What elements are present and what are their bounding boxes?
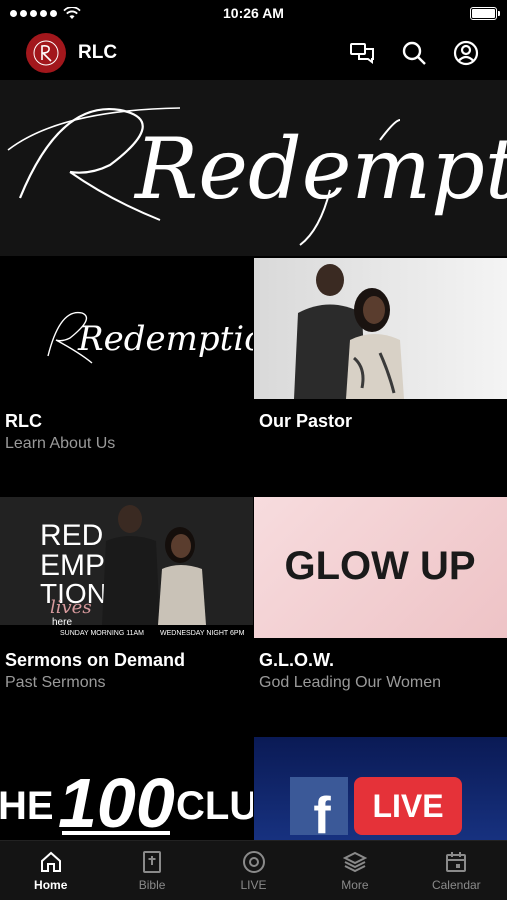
live-icon bbox=[242, 850, 265, 873]
tab-calendar-label: Calendar bbox=[431, 877, 481, 892]
sermon-poster: RED EMP TION lives here SUNDAY MORNING 1… bbox=[0, 497, 253, 638]
tile-sermons-thumb: RED EMP TION lives here SUNDAY MORNING 1… bbox=[0, 497, 253, 638]
poster-left-time: SUNDAY MORNING 11AM bbox=[60, 630, 144, 637]
tile-pastor-title: Our Pastor bbox=[259, 411, 353, 431]
tile-sermons-title: Sermons on Demand bbox=[5, 650, 186, 670]
tile-rlc-subtitle: Learn About Us bbox=[5, 435, 116, 452]
tile-sermons[interactable]: RED EMP TION lives here SUNDAY MORNING 1… bbox=[0, 497, 253, 692]
logo-mark-icon bbox=[33, 40, 59, 66]
bible-icon bbox=[143, 850, 162, 873]
tile-glow-thumb: GLOW UP bbox=[254, 497, 507, 638]
tab-live[interactable]: LIVE bbox=[203, 841, 304, 900]
poster-script: lives bbox=[50, 597, 92, 618]
status-left bbox=[10, 6, 81, 20]
user-icon bbox=[453, 40, 479, 66]
tab-more[interactable]: More bbox=[304, 841, 405, 900]
tab-more-label: More bbox=[341, 877, 369, 892]
search-icon bbox=[402, 41, 426, 65]
club-text-b: 100 bbox=[58, 764, 175, 840]
tile-rlc-thumb: Redemption bbox=[0, 258, 253, 399]
chat-icon bbox=[350, 43, 374, 64]
home-icon bbox=[40, 851, 61, 872]
wifi-icon bbox=[63, 6, 81, 19]
tile-rlc-title: RLC bbox=[5, 411, 42, 431]
poster-line1: RED bbox=[40, 519, 103, 552]
more-icon bbox=[342, 851, 367, 872]
tab-bible[interactable]: Bible bbox=[101, 841, 202, 900]
tile-glow-title: G.L.O.W. bbox=[259, 650, 334, 670]
app-header: RLC bbox=[0, 26, 507, 80]
fb-live-art: f LIVE bbox=[290, 777, 462, 840]
tile-100-thumb: HE 100 CLU bbox=[0, 737, 253, 840]
tile-facebook-live[interactable]: f LIVE bbox=[254, 737, 507, 840]
tab-home[interactable]: Home bbox=[0, 841, 101, 900]
tile-rlc-thumb-text: Redemption bbox=[77, 319, 253, 359]
app-title: RLC bbox=[78, 42, 118, 63]
poster-right-time: WEDNESDAY NIGHT 6PM bbox=[160, 630, 245, 637]
app-logo[interactable] bbox=[26, 33, 66, 73]
tile-pastor-thumb bbox=[254, 258, 507, 399]
tab-live-label: LIVE bbox=[240, 877, 267, 892]
tab-bible-label: Bible bbox=[138, 877, 166, 892]
rlc-logo-art: Redemption bbox=[47, 311, 253, 364]
bottom-tab-bar: Home Bible LIVE More Calendar bbox=[0, 840, 507, 900]
pastor-photo bbox=[294, 264, 404, 399]
banner-art: Redemption bbox=[7, 107, 507, 246]
header-actions bbox=[347, 38, 481, 68]
tab-calendar[interactable]: Calendar bbox=[406, 841, 507, 900]
tile-rlc[interactable]: Redemption RLC Learn About Us bbox=[0, 258, 253, 453]
calendar-icon bbox=[446, 851, 467, 872]
tile-glow[interactable]: GLOW UP G.L.O.W. God Leading Our Women bbox=[254, 497, 507, 692]
banner-script-text: Redemption bbox=[133, 120, 507, 218]
signal-icon bbox=[10, 9, 57, 17]
search-button[interactable] bbox=[399, 38, 429, 68]
hero-banner[interactable]: Redemption bbox=[0, 80, 507, 256]
status-bar: 10:26 AM bbox=[0, 0, 507, 26]
tile-sermons-subtitle: Past Sermons bbox=[5, 674, 106, 691]
club-text-c: CLU bbox=[176, 784, 253, 828]
profile-button[interactable] bbox=[451, 38, 481, 68]
tile-fb-thumb: f LIVE bbox=[254, 737, 507, 840]
tile-our-pastor[interactable]: Our Pastor bbox=[254, 258, 507, 435]
tile-glow-subtitle: God Leading Our Women bbox=[259, 674, 442, 691]
battery-icon bbox=[470, 6, 500, 20]
messages-button[interactable] bbox=[347, 38, 377, 68]
fb-letter: f bbox=[313, 787, 331, 840]
club-100-art: HE 100 CLU bbox=[0, 764, 253, 840]
glow-art: GLOW UP bbox=[284, 544, 475, 588]
club-text-a: HE bbox=[0, 784, 54, 828]
fb-live-text: LIVE bbox=[372, 788, 443, 824]
tab-home-label: Home bbox=[34, 877, 68, 892]
tile-100-club[interactable]: HE 100 CLU bbox=[0, 737, 253, 840]
tile-glow-thumb-text: GLOW UP bbox=[284, 544, 475, 588]
